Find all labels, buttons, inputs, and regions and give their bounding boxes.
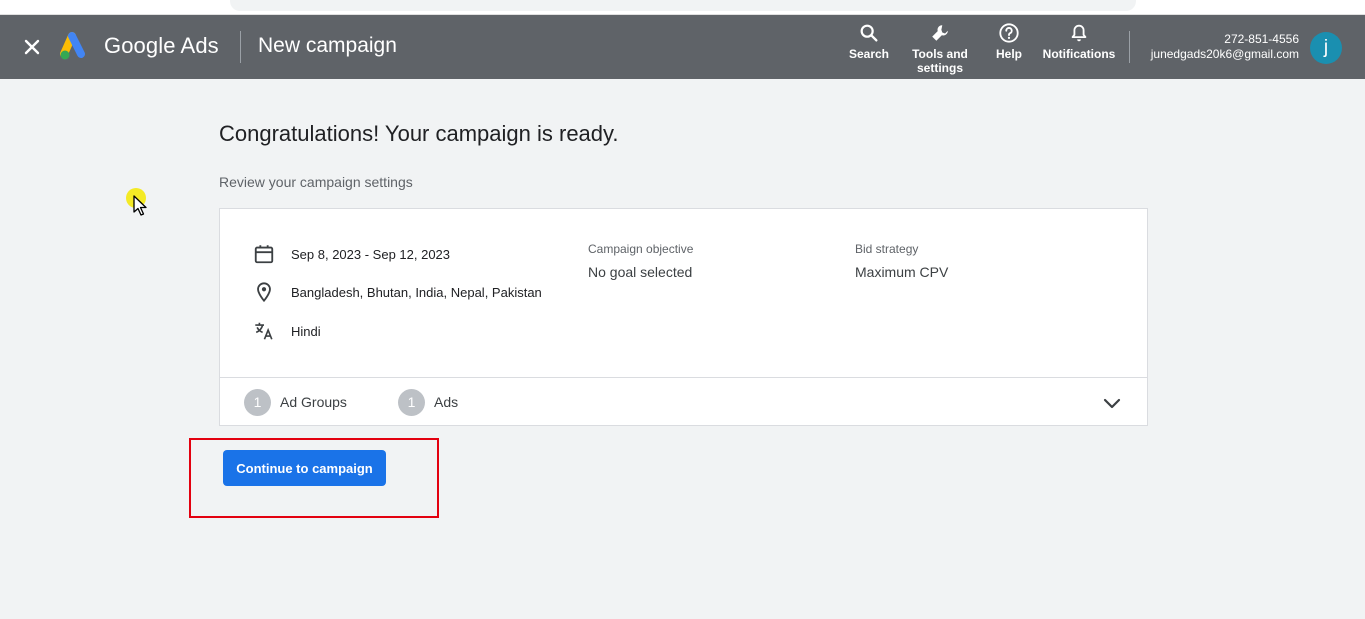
top-app-bar: Google Ads New campaign Search Tools and… [0,15,1365,79]
objective-label: Campaign objective [588,242,694,256]
account-phone: 272-851-4556 [1224,32,1299,46]
mouse-pointer-icon [133,195,147,216]
bid-strategy-label: Bid strategy [855,242,919,256]
browser-url-bar[interactable] [230,0,1136,11]
continue-to-campaign-button[interactable]: Continue to campaign [223,450,386,486]
location-pin-icon [257,282,271,303]
review-subheading: Review your campaign settings [219,174,413,190]
header-divider-right [1129,31,1130,63]
location-row: Bangladesh, Bhutan, India, Nepal, Pakist… [253,281,542,303]
campaign-locations: Bangladesh, Bhutan, India, Nepal, Pakist… [291,284,542,300]
help-button-label: Help [995,47,1022,61]
google-ads-logo-icon [60,32,85,60]
tools-and-settings-button[interactable]: Tools and settings [908,22,972,75]
bid-strategy-value: Maximum CPV [855,264,949,280]
notifications-button[interactable]: Notifications [1040,22,1118,61]
ads-label[interactable]: Ads [434,394,458,410]
ads-count: 1 [398,389,425,416]
objective-value: No goal selected [588,264,693,280]
tools-button-label: Tools and settings [912,47,968,75]
date-row: Sep 8, 2023 - Sep 12, 2023 [253,243,450,265]
search-button[interactable]: Search [846,22,892,61]
brand-name: Google Ads [104,33,219,58]
help-button[interactable]: Help [990,22,1028,61]
account-info[interactable]: 272-851-4556 junedgads20k6@gmail.com [1151,32,1299,62]
chevron-down-icon[interactable] [1100,391,1124,415]
campaign-summary-card: Sep 8, 2023 - Sep 12, 2023 Bangladesh, B… [219,208,1148,426]
search-button-label: Search [848,47,890,61]
help-icon [999,23,1019,43]
ad-groups-label[interactable]: Ad Groups [280,394,347,410]
header-divider [240,31,241,63]
page-headline: Congratulations! Your campaign is ready. [219,121,619,146]
card-footer[interactable]: 1 Ad Groups 1 Ads [220,377,1147,426]
ad-groups-count: 1 [244,389,271,416]
language-row: Hindi [253,320,321,342]
browser-address-strip [0,0,1365,15]
translate-icon [255,322,273,340]
bell-icon [1071,24,1087,42]
notifications-button-label: Notifications [1042,47,1116,61]
calendar-icon [254,245,274,264]
page-title: New campaign [258,34,397,57]
wrench-icon [932,25,948,41]
campaign-dates: Sep 8, 2023 - Sep 12, 2023 [291,246,451,262]
close-icon[interactable] [20,35,44,59]
avatar[interactable]: j [1310,32,1342,64]
campaign-language: Hindi [291,323,321,339]
account-email: junedgads20k6@gmail.com [1150,47,1299,61]
search-icon [860,24,878,42]
